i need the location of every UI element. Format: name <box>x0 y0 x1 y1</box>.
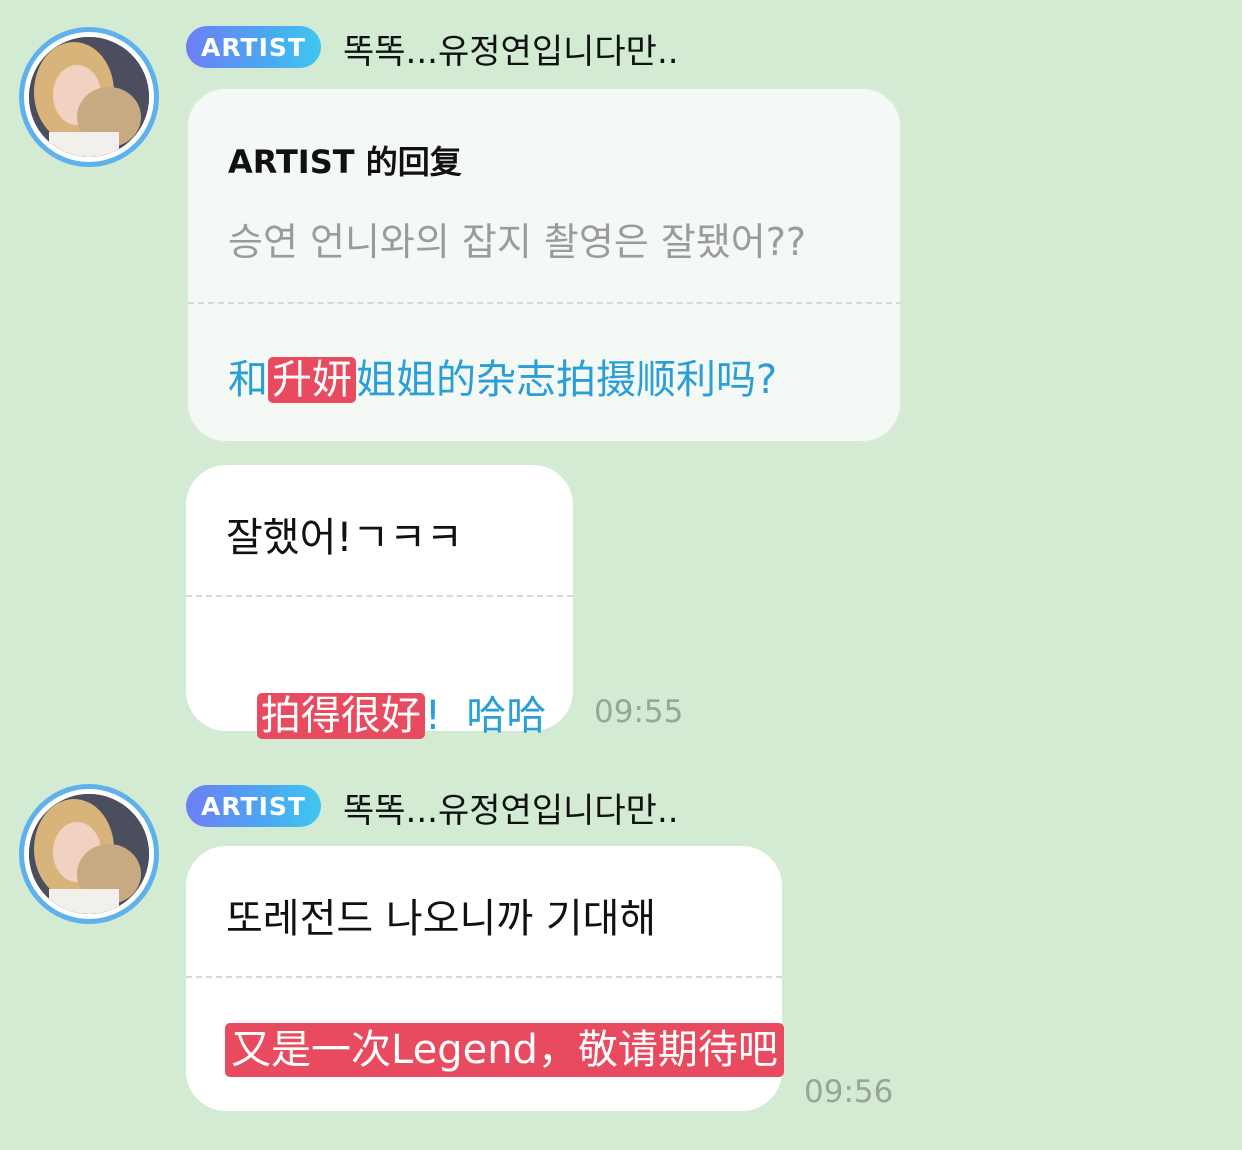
avatar-image <box>29 794 149 914</box>
artist-avatar[interactable] <box>19 27 159 167</box>
translation-highlight: 拍得很好 <box>256 693 425 739</box>
reply-card[interactable]: ARTIST 的回复 승연 언니와의 잡지 촬영은 잘됐어?? 和升妍 姐姐的杂志… <box>186 87 902 443</box>
translation-post: 姐姐的杂志拍摄顺利吗? <box>356 357 778 403</box>
message-translation: 又是一次Legend，敬请期待吧 <box>225 1017 784 1077</box>
avatar-image <box>29 37 149 157</box>
reply-quoted-text: 승연 언니와의 잡지 촬영은 잘됐어?? <box>228 220 807 264</box>
translation-highlight: 又是一次Legend，敬请期待吧 <box>225 1023 784 1077</box>
author-name[interactable]: 똑똑...유정연입니다만.. <box>343 783 679 832</box>
message-timestamp: 09:56 <box>804 1074 894 1110</box>
reply-title: ARTIST 的回复 <box>228 143 462 181</box>
message-bubble[interactable]: 잘했어!ㄱㅋㅋ 拍得很好! 哈哈 <box>186 465 573 739</box>
divider <box>186 976 782 978</box>
translation-highlight: 升妍 <box>268 357 356 403</box>
artist-badge: ARTIST <box>186 785 321 827</box>
message-timestamp: 09:55 <box>594 694 684 730</box>
avatar-photo-icon <box>29 794 149 914</box>
divider <box>188 302 902 304</box>
message-translation: 拍得很好! 哈哈 <box>206 637 546 787</box>
translation-rest: ! 哈哈 <box>424 693 547 739</box>
artist-badge: ARTIST <box>186 26 321 68</box>
message-text: 잘했어!ㄱㅋㅋ <box>226 515 463 561</box>
divider <box>186 595 573 597</box>
message-text: 또레전드 나오니까 기대해 <box>226 896 657 942</box>
translation-pre: 和 <box>228 357 268 403</box>
author-name[interactable]: 똑똑...유정연입니다만.. <box>343 24 679 73</box>
avatar-photo-icon <box>29 37 149 157</box>
reply-translation: 和升妍 姐姐的杂志拍摄顺利吗? <box>228 347 777 405</box>
artist-avatar[interactable] <box>19 784 159 924</box>
